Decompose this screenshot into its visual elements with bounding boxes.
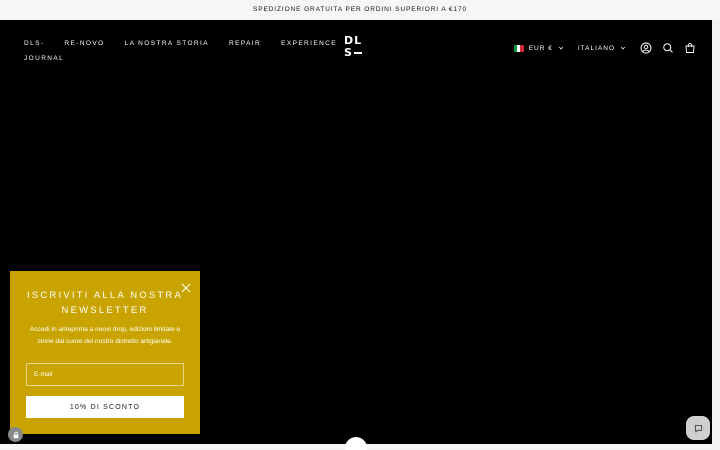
chat-icon: [694, 424, 702, 432]
nav-item-experience[interactable]: EXPERIENCE: [281, 40, 337, 47]
language-selector[interactable]: ITALIANO: [578, 45, 626, 52]
cart-button[interactable]: [684, 42, 696, 54]
subscribe-discount-button[interactable]: 10% DI SCONTO: [26, 396, 184, 418]
header-utilities: EUR € ITALIANO: [513, 40, 696, 56]
nav-item-la-nostra-storia[interactable]: LA NOSTRA STORIA: [125, 40, 209, 47]
cart-icon: [685, 43, 695, 53]
newsletter-popup: ISCRIVITI ALLA NOSTRA NEWSLETTER Accedi …: [10, 271, 200, 434]
logo-line-2: S: [344, 47, 370, 59]
chat-button[interactable]: [686, 416, 710, 440]
account-icon: [640, 42, 652, 54]
logo-dash: [353, 52, 362, 54]
account-button[interactable]: [640, 42, 652, 54]
search-icon: [663, 43, 673, 53]
currency-selector[interactable]: EUR €: [513, 44, 564, 52]
nav-item-dls[interactable]: DLS-: [24, 40, 44, 47]
main-navigation: DLS- RE-NOVO LA NOSTRA STORIA REPAIR EXP…: [24, 36, 336, 66]
announcement-bar: SPEDIZIONE GRATUITA PER ORDINI SUPERIORI…: [0, 0, 720, 20]
lock-icon: [13, 431, 18, 438]
newsletter-title: ISCRIVITI ALLA NOSTRA NEWSLETTER: [26, 290, 183, 316]
nav-item-re-novo[interactable]: RE-NOVO: [64, 40, 104, 47]
chevron-down-icon: [558, 46, 563, 50]
newsletter-description: Accedi in anteprima a nuovi drop, edizio…: [29, 326, 181, 345]
chevron-down-icon: [620, 46, 626, 50]
logo-letter-s: S: [344, 46, 353, 59]
nav-item-repair[interactable]: REPAIR: [229, 40, 261, 47]
language-label: ITALIANO: [577, 44, 615, 52]
search-button[interactable]: [662, 42, 674, 54]
privacy-badge[interactable]: [8, 427, 23, 442]
brand-logo[interactable]: DL S: [344, 35, 370, 63]
currency-label: EUR €: [528, 44, 553, 52]
page-scrollbar[interactable]: [712, 20, 720, 450]
italy-flag-icon: [513, 44, 524, 52]
nav-item-journal[interactable]: JOURNAL: [24, 55, 64, 62]
email-input[interactable]: [26, 363, 184, 386]
announcement-text: SPEDIZIONE GRATUITA PER ORDINI SUPERIORI…: [253, 6, 467, 13]
